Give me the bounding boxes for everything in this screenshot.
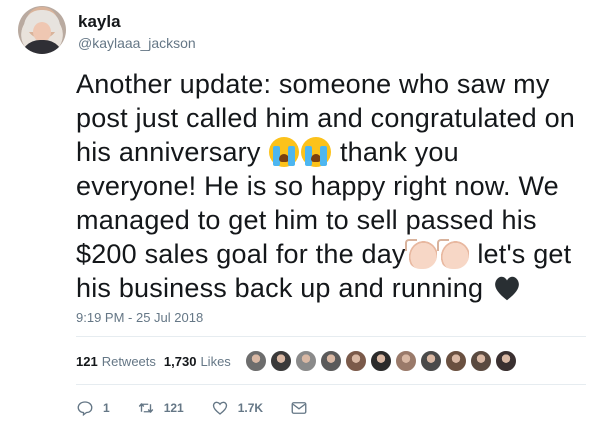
- liker-avatar[interactable]: [444, 350, 467, 372]
- retweets-label[interactable]: Retweets: [102, 354, 156, 369]
- loudly-crying-face-icon: [301, 137, 332, 167]
- tweet-stats: 121 Retweets 1,730 Likes: [76, 346, 520, 376]
- liker-avatar[interactable]: [344, 350, 367, 372]
- liker-avatar[interactable]: [294, 350, 317, 372]
- liker-avatar[interactable]: [469, 350, 492, 372]
- tweet-actions: 1 121 1.7K: [76, 398, 344, 418]
- liker-avatar[interactable]: [244, 350, 267, 372]
- tweet-text: Another update: someone who saw my post …: [76, 67, 586, 305]
- envelope-icon: [291, 402, 307, 414]
- liker-avatar[interactable]: [269, 350, 292, 372]
- avatar[interactable]: [18, 6, 66, 54]
- heart-icon: [212, 401, 227, 415]
- likes-count[interactable]: 1,730: [164, 354, 197, 369]
- like-button[interactable]: 1.7K: [211, 399, 263, 417]
- liker-avatar[interactable]: [394, 350, 417, 372]
- reply-count: 1: [103, 401, 110, 415]
- clapping-hands-icon: [404, 239, 437, 269]
- tweet-header: kayla @kaylaaa_jackson: [18, 6, 578, 56]
- user-handle[interactable]: @kaylaaa_jackson: [78, 35, 196, 51]
- avatar-face: [33, 22, 51, 42]
- loudly-crying-face-icon: [269, 137, 300, 167]
- like-count: 1.7K: [237, 401, 264, 415]
- liker-avatar[interactable]: [419, 350, 442, 372]
- retweet-button[interactable]: 121: [137, 399, 184, 417]
- reply-icon: [77, 401, 93, 417]
- retweet-icon: [138, 403, 153, 413]
- divider-bottom: [76, 384, 586, 385]
- liker-avatars: [244, 350, 520, 372]
- liker-avatar[interactable]: [369, 350, 392, 372]
- liker-avatar[interactable]: [494, 350, 517, 372]
- avatar-shoulders: [20, 40, 64, 54]
- clapping-hands-icon: [436, 239, 469, 269]
- divider-top: [76, 336, 586, 337]
- black-heart-icon: [492, 273, 522, 303]
- user-name[interactable]: kayla: [78, 12, 121, 32]
- liker-avatar[interactable]: [319, 350, 342, 372]
- direct-message-button[interactable]: [290, 399, 317, 417]
- likes-label[interactable]: Likes: [200, 354, 230, 369]
- retweets-count[interactable]: 121: [76, 354, 98, 369]
- tweet-timestamp[interactable]: 9:19 PM - 25 Jul 2018: [76, 310, 203, 325]
- retweet-count: 121: [163, 401, 184, 415]
- reply-button[interactable]: 1: [76, 399, 110, 417]
